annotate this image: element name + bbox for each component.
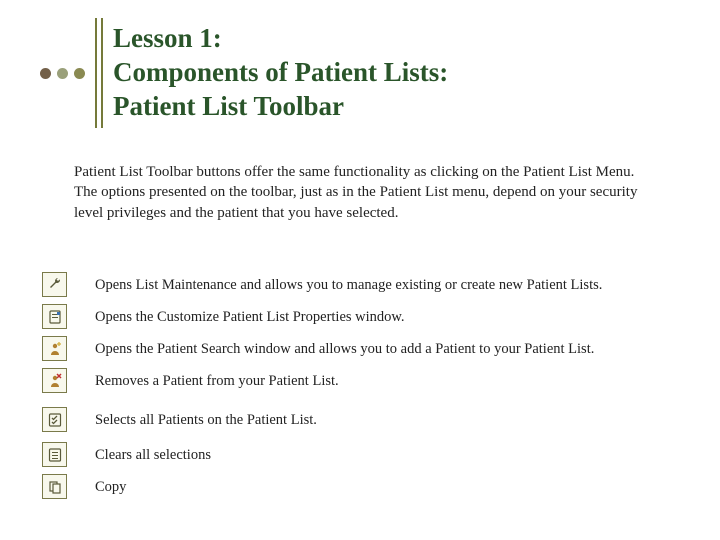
properties-icon bbox=[42, 304, 67, 329]
list-item: Opens the Customize Patient List Propert… bbox=[42, 304, 682, 329]
list-item: Removes a Patient from your Patient List… bbox=[42, 368, 682, 393]
title-line-2: Components of Patient Lists: bbox=[113, 57, 448, 87]
item-desc: Clears all selections bbox=[95, 442, 211, 465]
title-divider bbox=[101, 18, 103, 128]
list-item: Copy bbox=[42, 474, 682, 499]
item-desc: Opens the Customize Patient List Propert… bbox=[95, 304, 405, 327]
list-item: Opens the Patient Search window and allo… bbox=[42, 336, 682, 361]
item-desc: Opens the Patient Search window and allo… bbox=[95, 336, 594, 359]
title-bullets bbox=[40, 68, 85, 79]
bullet-dot bbox=[40, 68, 51, 79]
title-line-3: Patient List Toolbar bbox=[113, 91, 344, 121]
item-desc: Copy bbox=[95, 474, 126, 497]
slide-title: Lesson 1: Components of Patient Lists: P… bbox=[113, 22, 448, 123]
list-item: Opens List Maintenance and allows you to… bbox=[42, 272, 682, 297]
intro-paragraph: Patient List Toolbar buttons offer the s… bbox=[74, 162, 646, 223]
slide-title-block: Lesson 1: Components of Patient Lists: P… bbox=[40, 18, 448, 128]
item-desc: Opens List Maintenance and allows you to… bbox=[95, 272, 602, 295]
title-divider bbox=[95, 18, 97, 128]
bullet-dot bbox=[57, 68, 68, 79]
select-all-icon bbox=[42, 407, 67, 432]
remove-patient-icon bbox=[42, 368, 67, 393]
list-item: Selects all Patients on the Patient List… bbox=[42, 407, 682, 432]
copy-icon bbox=[42, 474, 67, 499]
item-desc: Removes a Patient from your Patient List… bbox=[95, 368, 339, 391]
bullet-dot bbox=[74, 68, 85, 79]
list-item: Clears all selections bbox=[42, 442, 682, 467]
clear-all-icon bbox=[42, 442, 67, 467]
item-desc: Selects all Patients on the Patient List… bbox=[95, 407, 317, 430]
toolbar-item-list: Opens List Maintenance and allows you to… bbox=[42, 272, 682, 506]
wrench-icon bbox=[42, 272, 67, 297]
add-patient-icon bbox=[42, 336, 67, 361]
title-line-1: Lesson 1: bbox=[113, 23, 222, 53]
